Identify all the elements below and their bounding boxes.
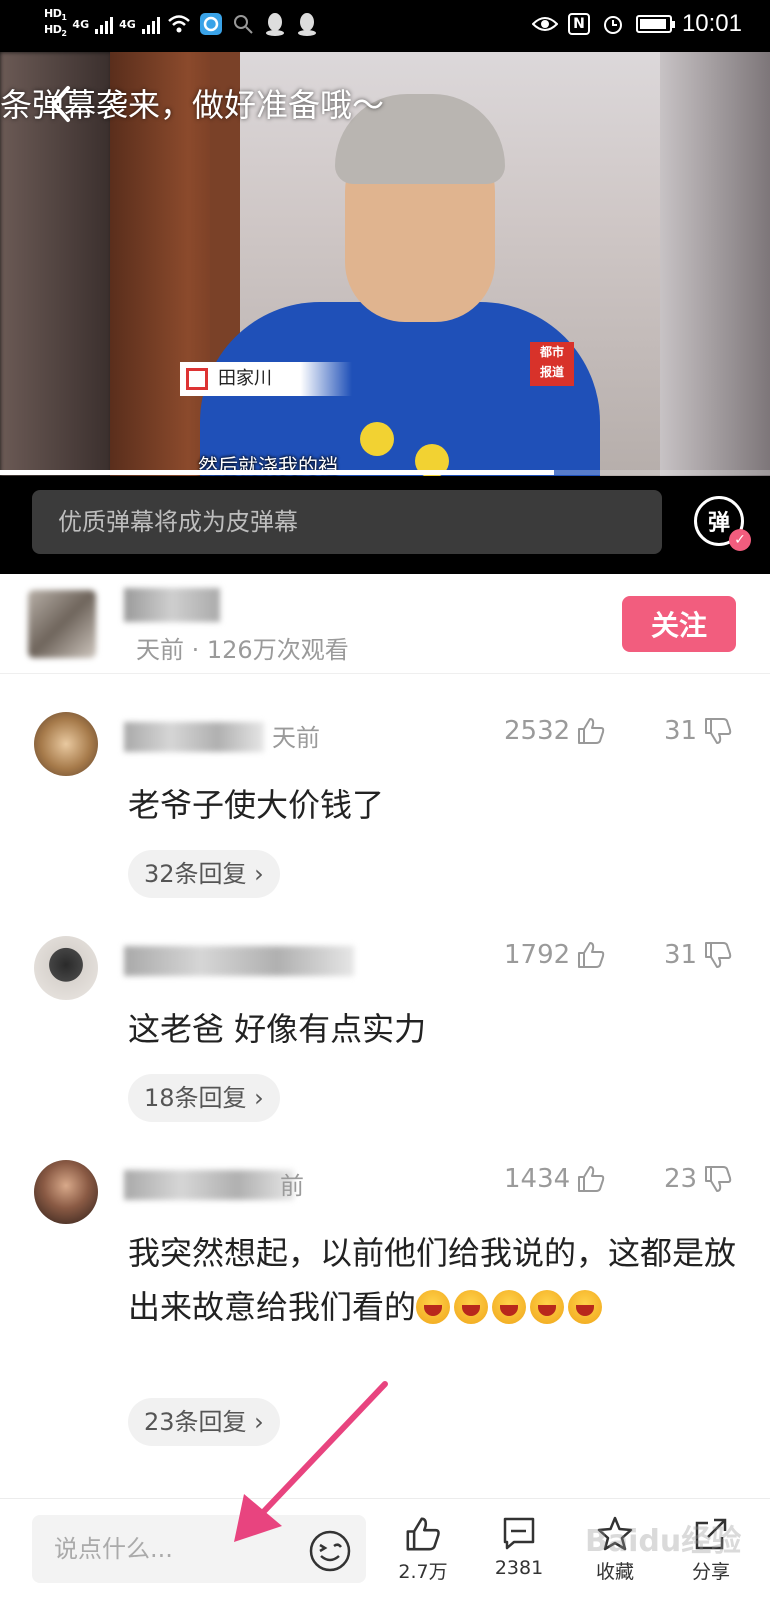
danmaku-bar: 优质弹幕将成为皮弹幕 弹 ✓ [0,476,770,574]
name-tag-text: 田家川 [218,368,272,389]
thumbs-up-icon [578,942,605,968]
comment-item: 前 1434 23 我突然想起，以前他们给我说的，这都是放出来故意给我们看的 2… [0,1160,770,1480]
laughing-emoji-icon [416,1290,451,1324]
comment-like-button[interactable]: 2532 [504,716,606,746]
station-logo: 都市 报道 [530,342,574,386]
comment-like-count: 2532 [504,716,571,746]
uploader-row: 天前 · 126万次观看 关注 [0,574,770,674]
danmaku-toggle-button[interactable]: 弹 ✓ [694,496,751,551]
back-arrow-icon [51,86,70,122]
hd-badge-1: HD1 [44,7,67,23]
thumbs-up-icon [406,1517,440,1551]
thumbs-up-icon [578,718,605,744]
follow-button[interactable]: 关注 [622,596,736,652]
uploader-avatar[interactable] [28,590,96,658]
comment-dislike-button[interactable]: 31 [664,940,733,970]
shirt-smiley [360,422,394,456]
danmaku-check-icon: ✓ [729,529,751,551]
danmaku-toggle-label: 弹 [707,511,730,536]
thumbs-down-icon [705,1166,732,1192]
eye-icon [531,11,558,37]
video-player[interactable]: 都市 报道 田家川 然后就浇我的裆 条弹幕袭来，做好准备哦～ [0,52,770,476]
status-right-icons: N 10:01 [531,10,742,38]
share-label: 分享 [691,1561,730,1583]
nfc-icon: N [567,13,590,35]
video-comment-button[interactable]: 2381 [484,1515,554,1579]
status-left-icons: HD1 HD2 4G 4G [44,8,320,40]
comment-replies-button[interactable]: 18条回复 › [128,1074,280,1122]
comment-like-count: 1792 [504,940,571,970]
name-tag-icon [186,368,208,390]
uploader-meta: 天前 · 126万次观看 [136,636,349,664]
qq-icon [294,11,320,37]
comment-username-blurred[interactable] [124,946,354,976]
network-type-2: 4G [119,17,136,31]
video-progress-fill [0,470,555,475]
comment-dislike-count: 23 [664,1164,698,1194]
comment-avatar[interactable] [34,936,98,1000]
alarm-icon [600,11,626,37]
wink-emoji-icon [309,1530,351,1572]
hd-badge-2: HD2 [44,23,67,39]
comment-text: 这老爸 好像有点实力 [128,1010,427,1048]
signal-icon [141,14,160,35]
signal-icon [95,14,114,35]
comment-avatar[interactable] [34,712,98,776]
back-button[interactable] [40,82,80,126]
qq-icon [262,11,288,37]
watermark: Baidu经验 [585,1524,742,1559]
laughing-emoji-icon [530,1290,565,1324]
comment-time: 天前 [272,724,320,752]
status-bar: HD1 HD2 4G 4G N 10:01 [0,0,770,52]
network-type-1: 4G [72,17,90,31]
thumbs-down-icon [705,718,732,744]
hd-badges: HD1 HD2 [44,7,67,40]
comment-avatar[interactable] [34,1160,98,1224]
video-name-tag: 田家川 [180,362,352,396]
thumbs-down-icon [705,942,732,968]
video-blur-right [658,52,770,476]
clock: 10:01 [681,10,742,37]
comment-dislike-count: 31 [664,940,698,970]
comment-dislike-count: 31 [664,716,698,746]
comment-time: 前 [280,1172,304,1200]
comment-text-block: 我突然想起，以前他们给我说的，这都是放出来故意给我们看的 [128,1226,738,1334]
search-notification-icon [230,11,256,37]
comment-username-blurred[interactable] [124,722,264,752]
comment-replies-button[interactable]: 23条回复 › [128,1398,280,1446]
favorite-label: 收藏 [595,1561,634,1583]
battery-icon [635,15,675,33]
comment-dislike-button[interactable]: 23 [664,1164,733,1194]
laughing-emoji-icon [492,1290,527,1324]
comment-bubble-icon [503,1517,535,1550]
laughing-emoji-icon [454,1290,489,1324]
comment-item: 1792 31 这老爸 好像有点实力 18条回复 › [0,936,770,1126]
comment-text: 老爷子使大价钱了 [128,786,385,824]
video-comment-count: 2381 [494,1557,544,1579]
laughing-emoji-icon [568,1290,603,1324]
comment-like-button[interactable]: 1792 [504,940,606,970]
video-progress-bar[interactable] [0,470,770,475]
video-like-count: 2.7万 [398,1561,448,1583]
wifi-icon [166,11,192,37]
uploader-name-blurred[interactable] [124,588,220,622]
comment-replies-button[interactable]: 32条回复 › [128,850,280,898]
video-like-button[interactable]: 2.7万 [388,1515,458,1584]
comment-dislike-button[interactable]: 31 [664,716,733,746]
danmaku-input[interactable]: 优质弹幕将成为皮弹幕 [32,490,662,554]
emoji-button[interactable] [308,1529,352,1573]
comment-like-count: 1434 [504,1164,571,1194]
thumbs-up-icon [578,1166,605,1192]
comment-username-blurred[interactable] [124,1170,294,1200]
app-notification-icon [198,11,224,37]
comment-item: 天前 2532 31 老爷子使大价钱了 32条回复 › [0,712,770,902]
comment-like-button[interactable]: 1434 [504,1164,606,1194]
